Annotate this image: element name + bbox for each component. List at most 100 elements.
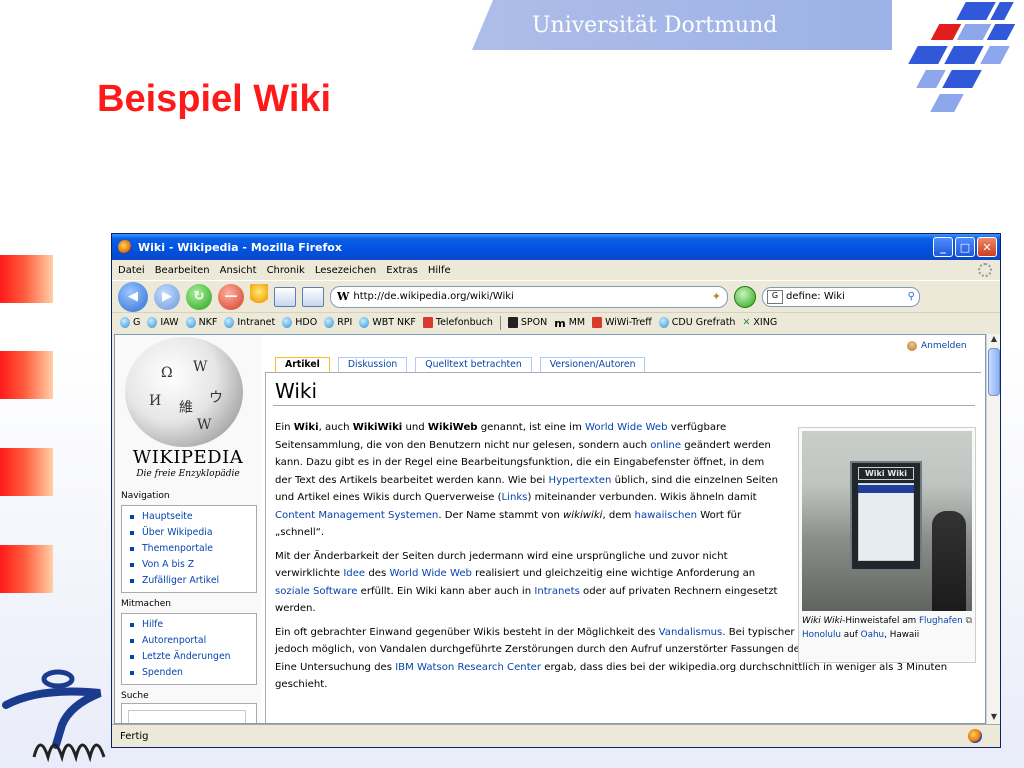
bookmark-rpi[interactable]: RPI (324, 317, 352, 328)
side-decoration-bar (0, 351, 53, 399)
menu-ansicht[interactable]: Ansicht (220, 265, 257, 276)
menu-lesezeichen[interactable]: Lesezeichen (315, 265, 376, 276)
link-idee[interactable]: Idee (343, 568, 365, 579)
history-icon[interactable] (274, 286, 296, 307)
sign-title: Wiki Wiki (858, 467, 914, 480)
minimize-button[interactable]: _ (933, 237, 953, 257)
bookmark-xing[interactable]: ✕ XING (742, 317, 777, 328)
scroll-thumb[interactable] (988, 348, 1000, 396)
menu-hilfe[interactable]: Hilfe (428, 265, 451, 276)
scroll-up-icon[interactable]: ▲ (987, 334, 1000, 346)
article-paragraph: Mit der Änderbarkeit der Seiten durch je… (275, 550, 778, 615)
reload-button[interactable]: ↻ (186, 283, 212, 310)
nav-link-ueber-wikipedia[interactable]: Über Wikipedia (130, 525, 256, 541)
vertical-scrollbar[interactable]: ▲ ▼ (986, 334, 1000, 724)
link-oahu[interactable]: Oahu (861, 630, 884, 640)
link-hypertexten[interactable]: Hypertexten (549, 475, 612, 486)
globe-icon (282, 317, 293, 328)
nav-link-autorenportal[interactable]: Autorenportal (130, 633, 256, 649)
wiki-search-input[interactable] (128, 710, 246, 723)
bookmark-nkf[interactable]: NKF (185, 317, 217, 328)
menu-chronik[interactable]: Chronik (267, 265, 305, 276)
maximize-button[interactable]: □ (955, 237, 975, 257)
link-ibm-watson[interactable]: IBM Watson Research Center (395, 662, 541, 673)
search-box[interactable]: G define: Wiki ⚲ (762, 286, 920, 307)
bookmark-spon[interactable]: SPON (507, 317, 547, 328)
pdf-icon (422, 317, 433, 328)
article-title: Wiki (275, 379, 318, 403)
link-soziale-software[interactable]: soziale Software (275, 586, 357, 597)
tab-versionen[interactable]: Versionen/Autoren (539, 357, 646, 372)
bookmark-iaw[interactable]: IAW (147, 317, 179, 328)
bookmark-wiwi-treff[interactable]: WiWi-Treff (592, 317, 652, 328)
nav-link-letzte-aenderungen[interactable]: Letzte Änderungen (130, 649, 256, 665)
calendar-icon[interactable] (302, 286, 324, 307)
bookmark-mm[interactable]: m MM (554, 317, 585, 330)
forward-arrow-icon: ▶ (162, 289, 172, 304)
globe-icon (658, 317, 669, 328)
link-online[interactable]: online (650, 440, 681, 451)
status-bar: Fertig (112, 724, 1000, 747)
article-tabs: Artikel Diskussion Quelltext betrachten … (275, 357, 646, 372)
enlarge-icon[interactable]: ⧉ (966, 614, 972, 628)
close-button[interactable]: ✕ (977, 237, 997, 257)
link-world-wide-web-2[interactable]: World Wide Web (389, 568, 472, 579)
menu-extras[interactable]: Extras (386, 265, 418, 276)
wiki-wiki-sign-photo[interactable]: Wiki Wiki (802, 431, 972, 611)
wikipedia-globe-logo[interactable]: Ω W И 維 ウ W (125, 337, 243, 447)
nav-link-spenden[interactable]: Spenden (130, 665, 256, 681)
home-icon[interactable] (250, 283, 268, 310)
tab-artikel[interactable]: Artikel (275, 357, 330, 372)
link-intranets[interactable]: Intranets (534, 586, 580, 597)
nav-link-themenportale[interactable]: Themenportale (130, 541, 256, 557)
scroll-down-icon[interactable]: ▼ (987, 712, 1000, 724)
bookmark-intranet[interactable]: Intranet (224, 317, 275, 328)
firefox-status-icon[interactable] (968, 729, 982, 743)
mitmachen-portlet: Hilfe Autorenportal Letzte Änderungen Sp… (121, 613, 257, 685)
tab-quelltext[interactable]: Quelltext betrachten (415, 357, 532, 372)
stop-button[interactable]: — (218, 283, 244, 310)
forward-button[interactable]: ▶ (154, 283, 180, 310)
search-heading: Suche (121, 691, 149, 701)
bookmark-star-icon[interactable]: ✦ (712, 290, 721, 303)
spon-icon (507, 317, 518, 328)
page-content: Ω W И 維 ウ W WIKIPEDIA Die freie Enzyklop… (114, 334, 986, 724)
search-engine-icon[interactable]: G (767, 289, 783, 304)
bookmark-telefonbuch[interactable]: Telefonbuch (422, 317, 493, 328)
search-input[interactable]: define: Wiki (786, 291, 905, 302)
menu-datei[interactable]: Datei (118, 265, 145, 276)
article-thumbnail: Wiki Wiki ⧉ Wiki Wiki-Hinweistafel am Flu… (798, 427, 976, 663)
tab-diskussion[interactable]: Diskussion (337, 357, 408, 372)
link-hawaiischen[interactable]: hawaiischen (635, 510, 697, 521)
go-button[interactable] (734, 285, 756, 308)
link-vandalismus[interactable]: Vandalismus (659, 627, 723, 638)
throbber-icon (978, 263, 992, 277)
url-input[interactable]: http://de.wikipedia.org/wiki/Wiki (353, 291, 707, 302)
magnify-icon[interactable]: ⚲ (908, 291, 915, 302)
nav-link-zufaelliger-artikel[interactable]: Zufälliger Artikel (130, 573, 256, 589)
nav-link-von-a-bis-z[interactable]: Von A bis Z (130, 557, 256, 573)
link-cms[interactable]: Content Management Systemen (275, 510, 438, 521)
login-link[interactable]: Anmelden (907, 341, 967, 351)
bookmark-g[interactable]: G (120, 317, 140, 328)
mm-icon: m (554, 317, 566, 330)
wikipedia-wordmark: WIKIPEDIA (132, 447, 244, 468)
back-button[interactable]: ◀ (118, 281, 148, 312)
link-world-wide-web[interactable]: World Wide Web (585, 422, 668, 433)
link-links[interactable]: Links (502, 492, 528, 503)
bookmark-wbt-nkf[interactable]: WBT NKF (359, 317, 416, 328)
institute-logo (2, 669, 106, 763)
nav-link-hauptseite[interactable]: Hauptseite (130, 509, 256, 525)
url-bar[interactable]: W http://de.wikipedia.org/wiki/Wiki ✦ (330, 285, 728, 308)
menu-bearbeiten[interactable]: Bearbeiten (155, 265, 210, 276)
site-favicon: W (337, 290, 350, 303)
window-titlebar[interactable]: Wiki - Wikipedia - Mozilla Firefox _ □ ✕ (112, 234, 1000, 260)
bookmarks-toolbar: G IAW NKF Intranet HDO RPI WBT NKF Telef… (112, 312, 1000, 332)
firefox-window: Wiki - Wikipedia - Mozilla Firefox _ □ ✕… (111, 233, 1001, 748)
window-title: Wiki - Wikipedia - Mozilla Firefox (138, 240, 342, 254)
nav-link-hilfe[interactable]: Hilfe (130, 617, 256, 633)
bookmark-cdu-grefrath[interactable]: CDU Grefrath (658, 317, 735, 328)
bookmark-hdo[interactable]: HDO (282, 317, 317, 328)
mitmachen-heading: Mitmachen (121, 599, 171, 609)
bookmark-separator (499, 315, 501, 330)
